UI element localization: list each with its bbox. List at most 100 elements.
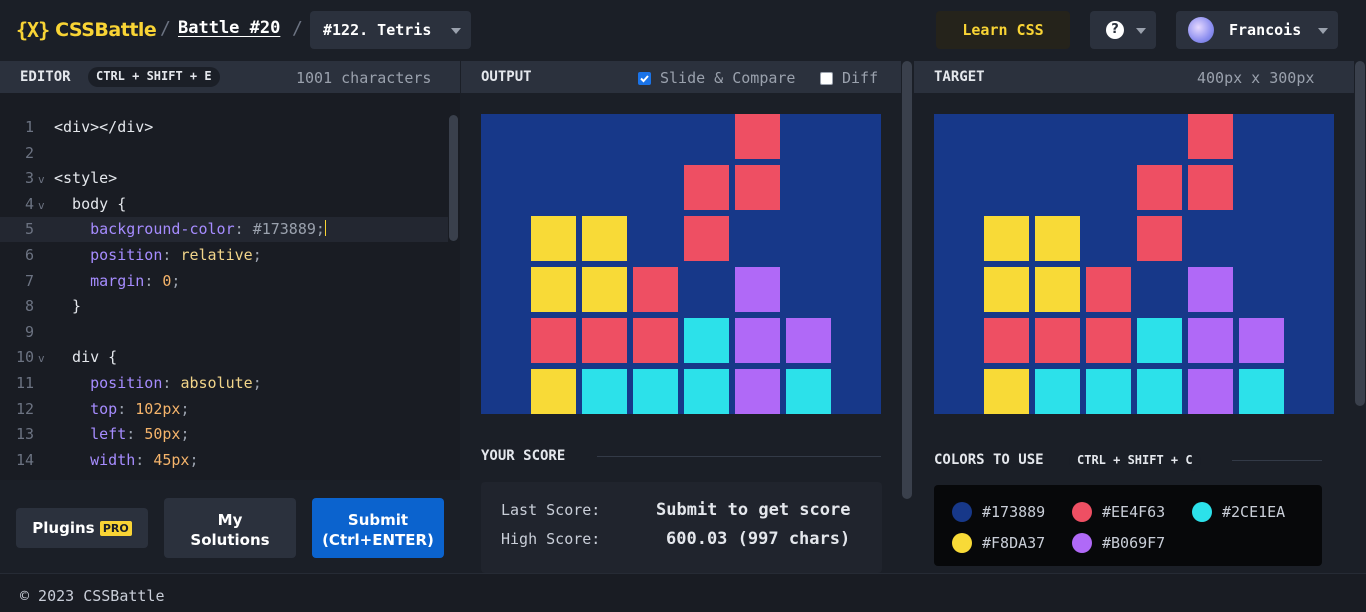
tetris-block: [633, 267, 678, 312]
line-number: 8: [24, 297, 34, 316]
chevron-down-icon: [1136, 28, 1146, 34]
editor-line[interactable]: 1 <div></div>: [0, 115, 448, 140]
editor-line[interactable]: 2: [0, 141, 448, 166]
line-number: 14: [15, 450, 34, 469]
diff-checkbox[interactable]: [820, 72, 833, 85]
submit-shortcut-label: (Ctrl+ENTER): [322, 531, 434, 549]
editor-line[interactable]: 8 }: [0, 294, 448, 319]
editor-line[interactable]: 11 position: absolute;: [0, 371, 448, 396]
user-name: Francois: [1229, 21, 1302, 39]
cssbattle-logo[interactable]: {X} CSSBattle: [16, 18, 157, 42]
colors-shortcut-badge: CTRL + SHIFT + C: [1069, 451, 1201, 471]
code-text: div {: [54, 348, 118, 367]
color-hex-label[interactable]: #F8DA37: [982, 534, 1045, 552]
tetris-block: [735, 267, 780, 312]
scrollbar-thumb[interactable]: [1355, 61, 1365, 406]
color-hex-label[interactable]: #EE4F63: [1102, 503, 1165, 521]
line-number: 6: [24, 246, 34, 264]
color-hex-label[interactable]: #B069F7: [1102, 534, 1165, 552]
tetris-block: [1137, 165, 1182, 210]
editor-line[interactable]: 7 margin: 0;: [0, 269, 448, 294]
editor-line[interactable]: 12 top: 102px;: [0, 397, 448, 422]
line-number: 1: [24, 118, 34, 136]
help-menu-button[interactable]: ?: [1090, 11, 1156, 49]
editor-line[interactable]: 4v body {: [0, 192, 448, 217]
tetris-block: [984, 267, 1029, 312]
slide-compare-checkbox[interactable]: [638, 72, 651, 85]
editor-line[interactable]: 13 left: 50px;: [0, 422, 448, 447]
chevron-down-icon: [1318, 28, 1328, 34]
user-menu-button[interactable]: Francois: [1176, 11, 1338, 49]
color-swatch[interactable]: [1192, 502, 1212, 522]
tetris-block: [1035, 267, 1080, 312]
tetris-block: [531, 318, 576, 363]
line-number: 13: [15, 425, 34, 444]
tetris-block: [1035, 318, 1080, 363]
scrollbar-thumb[interactable]: [902, 61, 912, 499]
high-score-value: 600.03 (997 chars): [666, 529, 851, 549]
tetris-block: [1086, 267, 1131, 312]
code-text: }: [54, 297, 82, 316]
editor-line[interactable]: 3 v <style>: [0, 166, 448, 191]
line-number: 4: [24, 194, 34, 213]
pro-badge: PRO: [99, 521, 132, 536]
tetris-block: [633, 369, 678, 414]
editor-line[interactable]: 10 v div {: [0, 345, 448, 370]
code-text: <style>: [54, 169, 118, 188]
tetris-block: [735, 318, 780, 363]
battle-link[interactable]: Battle #20: [178, 18, 280, 38]
target-select[interactable]: #122. Tetris: [310, 11, 471, 49]
high-score-label: High Score:: [501, 530, 601, 548]
avatar: [1188, 17, 1214, 43]
my-solutions-button[interactable]: My Solutions: [164, 498, 296, 558]
page-scrollbar[interactable]: [1354, 61, 1366, 573]
color-swatch[interactable]: [1072, 502, 1092, 522]
tetris-block: [786, 369, 831, 414]
tetris-block: [1137, 318, 1182, 363]
code-text: top: 102px;: [90, 399, 190, 418]
slide-compare-label[interactable]: Slide & Compare: [660, 69, 795, 87]
editor-line[interactable]: 5 background-color: #173889;: [0, 217, 448, 243]
tetris-block: [735, 114, 780, 159]
line-number: 11: [15, 374, 34, 392]
color-swatch[interactable]: [952, 533, 972, 553]
color-hex-label[interactable]: #2CE1EA: [1222, 503, 1285, 521]
editor-header: EDITOR CTRL + SHIFT + E 1001 characters: [0, 61, 460, 93]
fold-toggle-icon[interactable]: v: [38, 352, 45, 365]
fold-toggle-icon[interactable]: v: [38, 199, 45, 212]
fold-toggle-icon[interactable]: v: [38, 173, 45, 186]
output-preview[interactable]: [481, 114, 881, 414]
tetris-block: [1188, 267, 1233, 312]
learn-css-button[interactable]: Learn CSS: [936, 11, 1070, 49]
page-footer: © 2023 CSSBattle: [0, 573, 1366, 612]
target-header: TARGET 400px x 300px: [914, 61, 1354, 93]
editor-scrollbar[interactable]: [449, 115, 458, 241]
line-number: 3: [24, 169, 34, 188]
tetris-block: [984, 369, 1029, 414]
diff-label[interactable]: Diff: [842, 69, 878, 87]
last-score-value: Submit to get score: [656, 500, 851, 520]
editor-line[interactable]: 6 position: relative;: [0, 243, 448, 268]
editor-title: EDITOR: [20, 69, 71, 85]
breadcrumb-separator: /: [160, 18, 171, 39]
code-text: position: relative;: [90, 246, 262, 264]
target-title: TARGET: [934, 69, 985, 85]
plugins-button[interactable]: Plugins PRO: [16, 508, 148, 548]
tetris-block: [1239, 369, 1284, 414]
editor-line[interactable]: 9: [0, 320, 448, 345]
tetris-block: [582, 216, 627, 261]
tetris-block: [582, 318, 627, 363]
editor-actions: Plugins PRO My Solutions Submit (Ctrl+EN…: [0, 480, 460, 573]
submit-button[interactable]: Submit (Ctrl+ENTER): [312, 498, 444, 558]
color-swatch[interactable]: [952, 502, 972, 522]
logo-icon: {X}: [16, 18, 50, 42]
plugins-button-label: Plugins: [32, 519, 95, 537]
color-swatch[interactable]: [1072, 533, 1092, 553]
color-hex-label[interactable]: #173889: [982, 503, 1045, 521]
output-scrollbar[interactable]: [901, 61, 913, 573]
code-editor[interactable]: 1 <div></div> 2 3 v <style> 4 v body {5 backgro…: [0, 93, 460, 480]
text-cursor: [324, 220, 326, 237]
editor-line[interactable]: 14 width: 45px;: [0, 448, 448, 473]
output-header: OUTPUT Slide & Compare Diff: [461, 61, 901, 93]
tetris-block: [582, 267, 627, 312]
